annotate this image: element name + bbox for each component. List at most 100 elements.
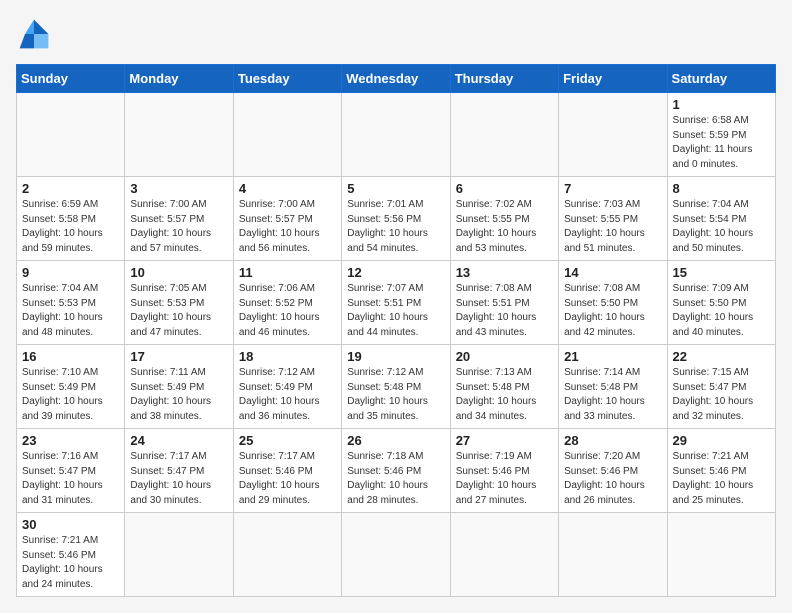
day-number: 3 [130, 181, 227, 196]
logo [16, 16, 56, 52]
calendar-cell: 7 Sunrise: 7:03 AMSunset: 5:55 PMDaylight… [559, 177, 667, 261]
calendar-cell: 8Sunrise: 7:04 AMSunset: 5:54 PMDaylight… [667, 177, 775, 261]
calendar-cell: 1 Sunrise: 6:58 AMSunset: 5:59 PMDaylight… [667, 93, 775, 177]
calendar-cell: 2 Sunrise: 6:59 AMSunset: 5:58 PMDaylight… [17, 177, 125, 261]
calendar-table: SundayMondayTuesdayWednesdayThursdayFrid… [16, 64, 776, 597]
day-number: 16 [22, 349, 119, 364]
calendar-cell [125, 513, 233, 597]
day-info: Sunrise: 7:15 AMSunset: 5:47 PMDaylight:… [673, 366, 770, 424]
day-info: Sunrise: 7:13 AMSunset: 5:48 PMDaylight:… [456, 366, 553, 424]
weekday-header-wednesday: Wednesday [342, 65, 450, 93]
calendar-week-row: 2 Sunrise: 6:59 AMSunset: 5:58 PMDaylight… [17, 177, 776, 261]
day-info: Sunrise: 7:01 AMSunset: 5:56 PMDaylight:… [347, 198, 444, 256]
day-number: 12 [347, 265, 444, 280]
day-info: Sunrise: 7:04 AMSunset: 5:53 PMDaylight:… [22, 282, 119, 340]
day-number: 26 [347, 433, 444, 448]
calendar-cell: 21 Sunrise: 7:14 AMSunset: 5:48 PMDayligh… [559, 345, 667, 429]
day-info: Sunrise: 7:14 AMSunset: 5:48 PMDaylight:… [564, 366, 661, 424]
day-number: 8 [673, 181, 770, 196]
day-number: 17 [130, 349, 227, 364]
day-info: Sunrise: 7:03 AMSunset: 5:55 PMDaylight:… [564, 198, 661, 256]
day-number: 13 [456, 265, 553, 280]
day-info: Sunrise: 7:17 AMSunset: 5:46 PMDaylight:… [239, 450, 336, 508]
logo-icon [16, 16, 52, 52]
day-number: 28 [564, 433, 661, 448]
calendar-cell: 6 Sunrise: 7:02 AMSunset: 5:55 PMDaylight… [450, 177, 558, 261]
calendar-cell: 3Sunrise: 7:00 AMSunset: 5:57 PMDaylight… [125, 177, 233, 261]
day-number: 6 [456, 181, 553, 196]
calendar-cell: 5Sunrise: 7:01 AMSunset: 5:56 PMDaylight… [342, 177, 450, 261]
day-number: 30 [22, 517, 119, 532]
day-info: Sunrise: 7:12 AMSunset: 5:48 PMDaylight:… [347, 366, 444, 424]
day-info: Sunrise: 7:10 AMSunset: 5:49 PMDaylight:… [22, 366, 119, 424]
calendar-week-row: 16 Sunrise: 7:10 AMSunset: 5:49 PMDayligh… [17, 345, 776, 429]
day-number: 2 [22, 181, 119, 196]
calendar-cell: 18Sunrise: 7:12 AMSunset: 5:49 PMDayligh… [233, 345, 341, 429]
day-number: 23 [22, 433, 119, 448]
day-number: 19 [347, 349, 444, 364]
day-number: 21 [564, 349, 661, 364]
calendar-cell [342, 93, 450, 177]
weekday-header-friday: Friday [559, 65, 667, 93]
day-info: Sunrise: 6:59 AMSunset: 5:58 PMDaylight:… [22, 198, 119, 256]
day-info: Sunrise: 7:21 AMSunset: 5:46 PMDaylight:… [673, 450, 770, 508]
day-info: Sunrise: 7:11 AMSunset: 5:49 PMDaylight:… [130, 366, 227, 424]
weekday-header-saturday: Saturday [667, 65, 775, 93]
day-number: 18 [239, 349, 336, 364]
day-number: 20 [456, 349, 553, 364]
day-info: Sunrise: 6:58 AMSunset: 5:59 PMDaylight:… [673, 114, 770, 172]
calendar-cell: 12 Sunrise: 7:07 AMSunset: 5:51 PMDayligh… [342, 261, 450, 345]
calendar-cell [450, 93, 558, 177]
calendar-cell: 17 Sunrise: 7:11 AMSunset: 5:49 PMDayligh… [125, 345, 233, 429]
weekday-header-row: SundayMondayTuesdayWednesdayThursdayFrid… [17, 65, 776, 93]
calendar-cell: 13 Sunrise: 7:08 AMSunset: 5:51 PMDayligh… [450, 261, 558, 345]
day-info: Sunrise: 7:21 AMSunset: 5:46 PMDaylight:… [22, 534, 119, 592]
calendar-cell: 15 Sunrise: 7:09 AMSunset: 5:50 PMDayligh… [667, 261, 775, 345]
calendar-cell: 27Sunrise: 7:19 AMSunset: 5:46 PMDayligh… [450, 429, 558, 513]
day-info: Sunrise: 7:16 AMSunset: 5:47 PMDaylight:… [22, 450, 119, 508]
day-number: 11 [239, 265, 336, 280]
day-number: 24 [130, 433, 227, 448]
day-number: 15 [673, 265, 770, 280]
weekday-header-sunday: Sunday [17, 65, 125, 93]
day-info: Sunrise: 7:07 AMSunset: 5:51 PMDaylight:… [347, 282, 444, 340]
day-number: 9 [22, 265, 119, 280]
calendar-cell: 9 Sunrise: 7:04 AMSunset: 5:53 PMDaylight… [17, 261, 125, 345]
calendar-week-row: 30 Sunrise: 7:21 AMSunset: 5:46 PMDayligh… [17, 513, 776, 597]
day-number: 7 [564, 181, 661, 196]
day-info: Sunrise: 7:19 AMSunset: 5:46 PMDaylight:… [456, 450, 553, 508]
calendar-cell: 10Sunrise: 7:05 AMSunset: 5:53 PMDayligh… [125, 261, 233, 345]
day-number: 1 [673, 97, 770, 112]
calendar-cell: 22 Sunrise: 7:15 AMSunset: 5:47 PMDayligh… [667, 345, 775, 429]
calendar-cell [125, 93, 233, 177]
day-info: Sunrise: 7:08 AMSunset: 5:51 PMDaylight:… [456, 282, 553, 340]
calendar-cell [450, 513, 558, 597]
calendar-cell [342, 513, 450, 597]
day-info: Sunrise: 7:17 AMSunset: 5:47 PMDaylight:… [130, 450, 227, 508]
calendar-cell [559, 513, 667, 597]
calendar-cell [233, 513, 341, 597]
calendar-cell: 20 Sunrise: 7:13 AMSunset: 5:48 PMDayligh… [450, 345, 558, 429]
day-number: 4 [239, 181, 336, 196]
calendar-cell [233, 93, 341, 177]
calendar-cell [559, 93, 667, 177]
day-info: Sunrise: 7:00 AMSunset: 5:57 PMDaylight:… [239, 198, 336, 256]
day-number: 14 [564, 265, 661, 280]
day-number: 22 [673, 349, 770, 364]
day-info: Sunrise: 7:18 AMSunset: 5:46 PMDaylight:… [347, 450, 444, 508]
calendar-cell: 14Sunrise: 7:08 AMSunset: 5:50 PMDayligh… [559, 261, 667, 345]
day-info: Sunrise: 7:09 AMSunset: 5:50 PMDaylight:… [673, 282, 770, 340]
weekday-header-tuesday: Tuesday [233, 65, 341, 93]
calendar-cell: 28 Sunrise: 7:20 AMSunset: 5:46 PMDayligh… [559, 429, 667, 513]
weekday-header-monday: Monday [125, 65, 233, 93]
day-number: 10 [130, 265, 227, 280]
day-info: Sunrise: 7:02 AMSunset: 5:55 PMDaylight:… [456, 198, 553, 256]
calendar-cell: 30 Sunrise: 7:21 AMSunset: 5:46 PMDayligh… [17, 513, 125, 597]
day-info: Sunrise: 7:06 AMSunset: 5:52 PMDaylight:… [239, 282, 336, 340]
calendar-cell: 16 Sunrise: 7:10 AMSunset: 5:49 PMDayligh… [17, 345, 125, 429]
day-info: Sunrise: 7:20 AMSunset: 5:46 PMDaylight:… [564, 450, 661, 508]
calendar-week-row: 1 Sunrise: 6:58 AMSunset: 5:59 PMDaylight… [17, 93, 776, 177]
calendar-cell: 26 Sunrise: 7:18 AMSunset: 5:46 PMDayligh… [342, 429, 450, 513]
weekday-header-thursday: Thursday [450, 65, 558, 93]
calendar-week-row: 23 Sunrise: 7:16 AMSunset: 5:47 PMDayligh… [17, 429, 776, 513]
